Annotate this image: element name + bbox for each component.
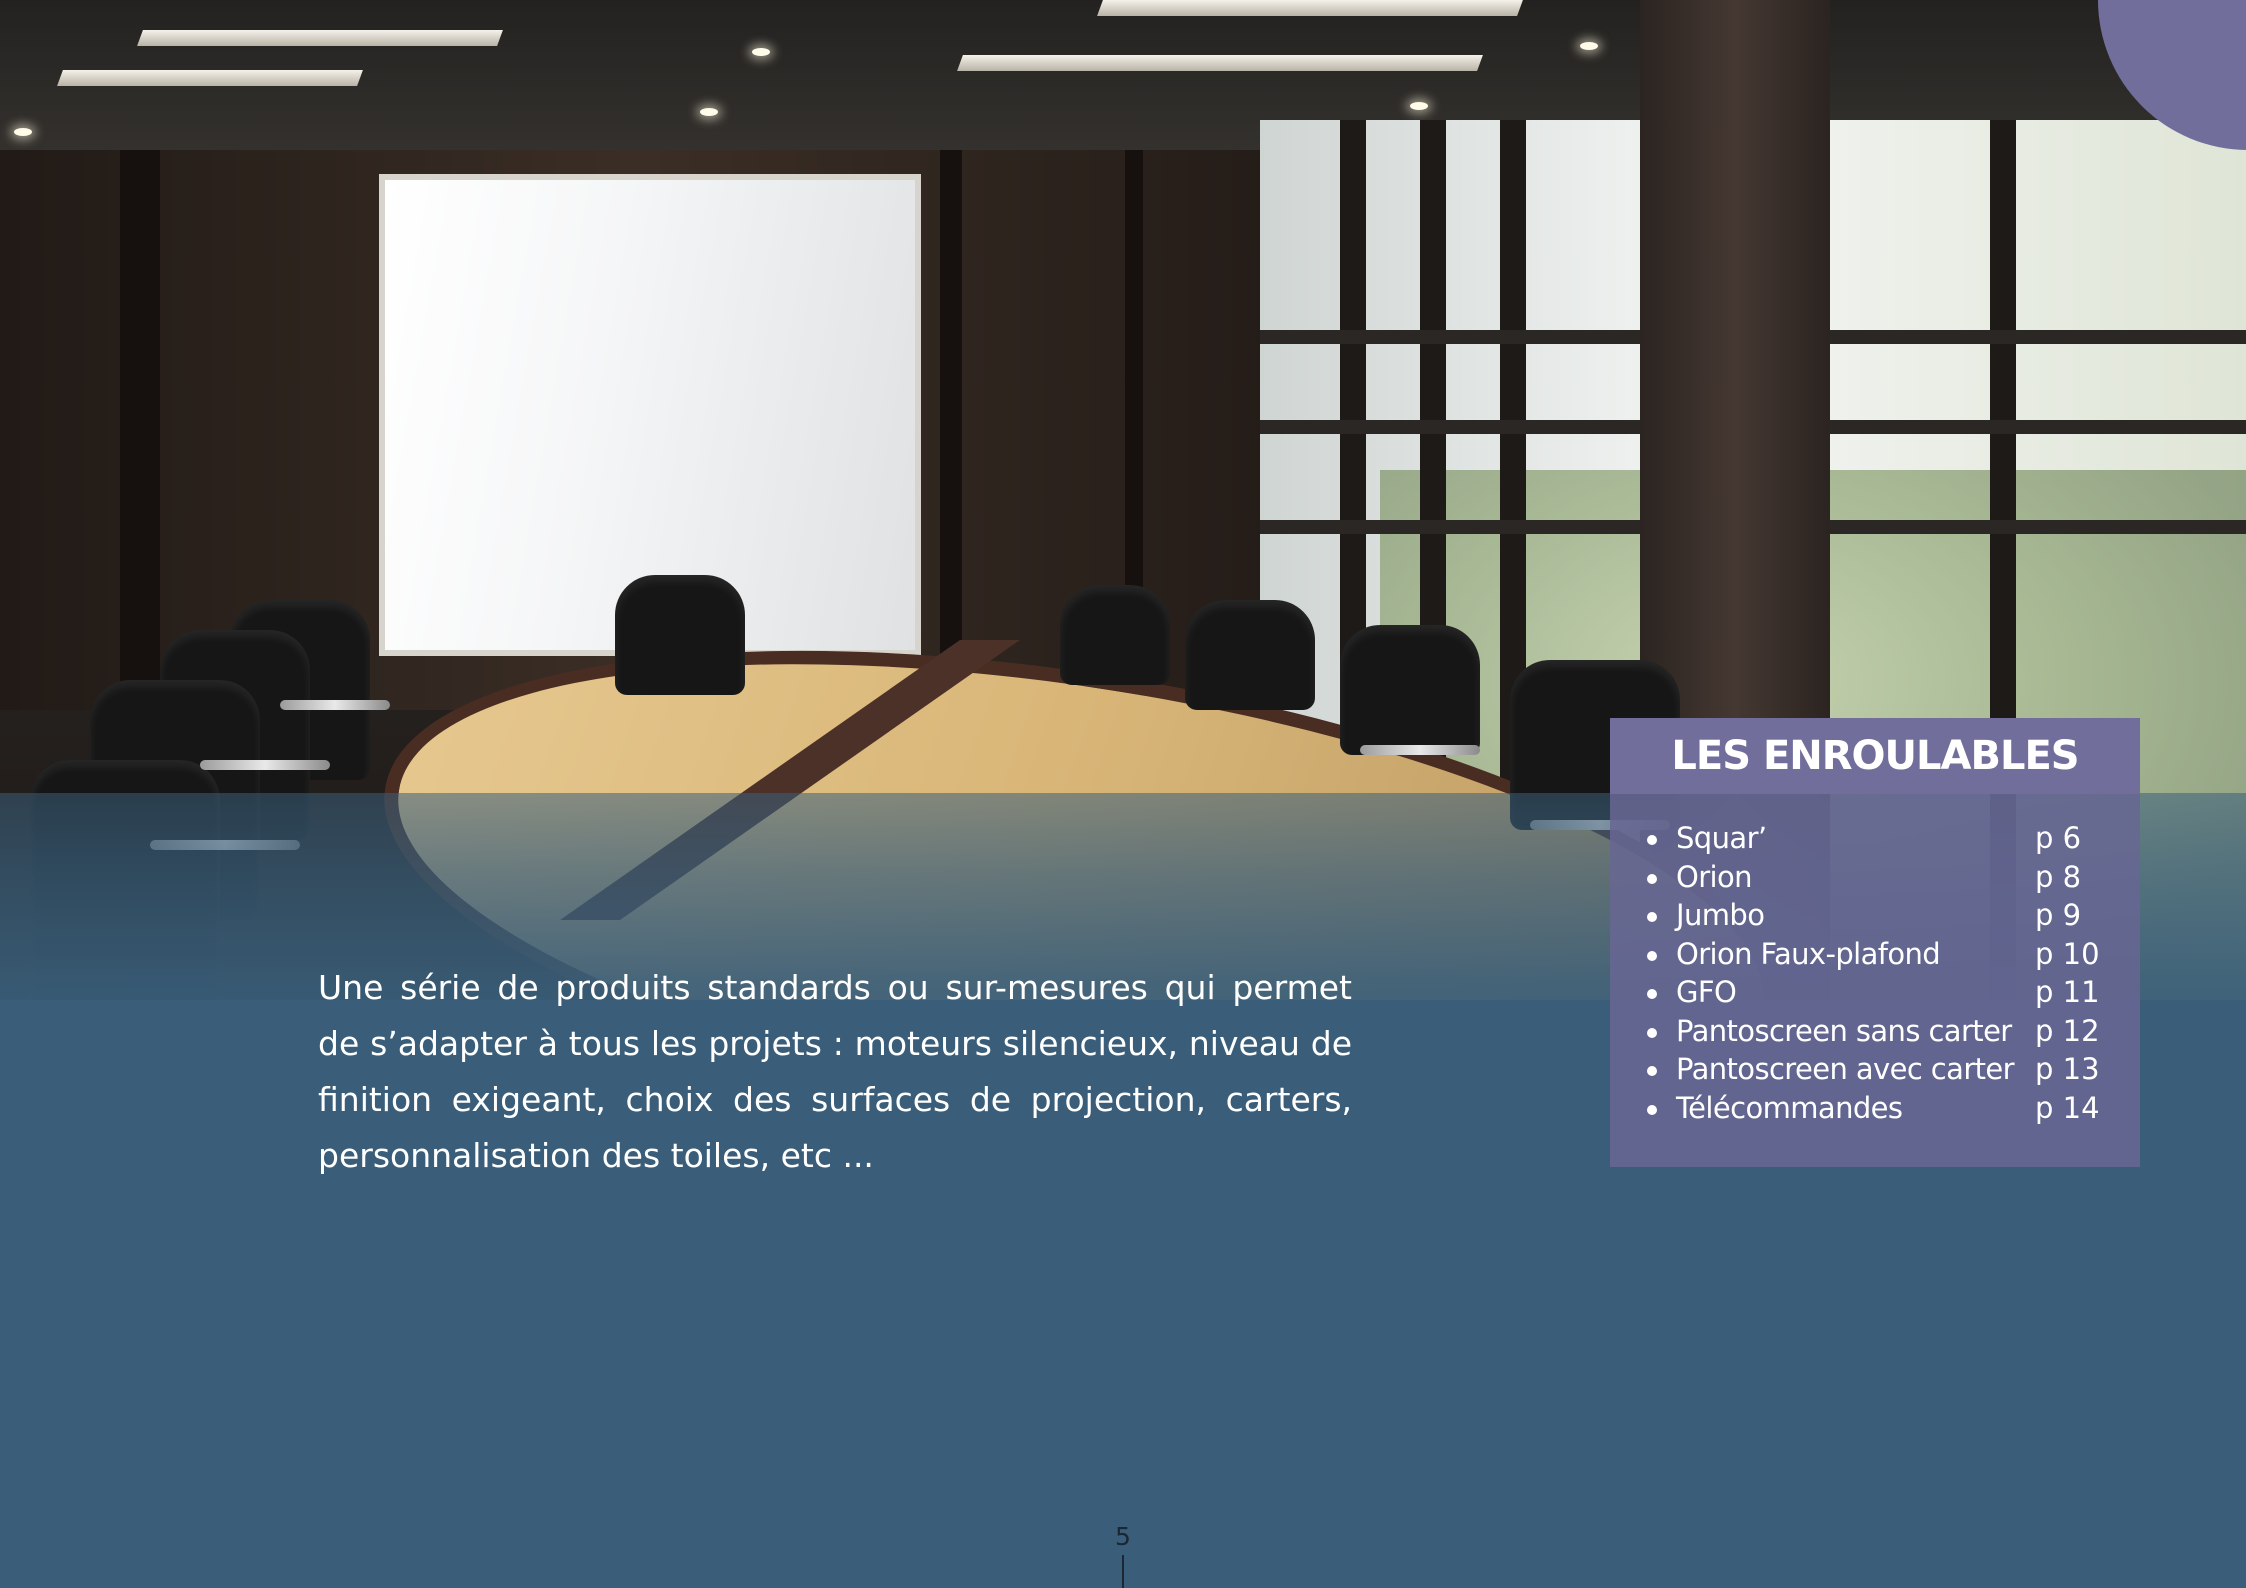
toc-item-pantoscreen-sans-carter[interactable]: Pantoscreen sans carter p 12 (1610, 1012, 2140, 1051)
toc-item-page: p 11 (2035, 975, 2100, 1009)
chair (1340, 625, 1480, 755)
wall-panel (940, 150, 962, 710)
bullet-icon (1647, 912, 1657, 922)
ceiling-light-beam (1097, 0, 1523, 16)
toc-item-page: p 10 (2035, 936, 2100, 971)
downlight (1580, 42, 1598, 50)
chair (615, 575, 745, 695)
toc-item-name: Jumbo (1676, 898, 1765, 932)
toc-item-name: Pantoscreen avec carter (1676, 1052, 2015, 1086)
toc-item-squar[interactable]: Squar’ p 6 (1610, 819, 2140, 858)
toc-item-name: Pantoscreen sans carter (1676, 1013, 2012, 1048)
toc-item-page: p 9 (2035, 898, 2082, 932)
downlight (752, 48, 770, 56)
toc-item-jumbo[interactable]: Jumbo p 9 (1610, 896, 2140, 935)
ceiling-light-beam (957, 55, 1483, 71)
intro-paragraph: Une série de produits standards ou sur-m… (318, 968, 1352, 1175)
toc-item-orion-faux-plafond[interactable]: Orion Faux-plafond p 10 (1610, 935, 2140, 974)
toc-item-page: p 12 (2035, 1013, 2100, 1048)
bullet-icon (1647, 1104, 1657, 1115)
chair (1060, 585, 1170, 685)
toc-item-page: p 6 (2035, 821, 2082, 855)
ceiling-light-beam (137, 30, 503, 46)
ceiling-light-beam (57, 70, 363, 86)
bullet-icon (1647, 1066, 1657, 1076)
toc-item-page: p 14 (2035, 1090, 2100, 1125)
downlight (700, 108, 718, 116)
toc-item-page: p 13 (2035, 1052, 2100, 1086)
page-number: 5 (1115, 1522, 1131, 1551)
toc-item-name: GFO (1676, 975, 1737, 1009)
toc-item-telecommandes[interactable]: Télécommandes p 14 (1610, 1089, 2140, 1128)
toc-item-orion[interactable]: Orion p 8 (1610, 858, 2140, 897)
downlight (14, 128, 32, 136)
toc-item-name: Télécommandes (1676, 1090, 1903, 1125)
bullet-icon (1647, 835, 1657, 845)
downlight (1410, 102, 1428, 110)
bullet-icon (1647, 1027, 1657, 1038)
chair (1185, 600, 1315, 710)
toc-item-gfo[interactable]: GFO p 11 (1610, 973, 2140, 1012)
bullet-icon (1647, 950, 1657, 961)
toc-box: Squar’ p 6 Orion p 8 Jumbo p 9 Orion Fau… (1610, 794, 2140, 1167)
toc-item-name: Squar’ (1676, 821, 1767, 855)
toc-item-name: Orion (1676, 859, 1753, 894)
page-number-tick (1122, 1555, 1124, 1588)
toc-list: Squar’ p 6 Orion p 8 Jumbo p 9 Orion Fau… (1610, 794, 2140, 1127)
toc-item-name: Orion Faux-plafond (1676, 936, 1941, 971)
brochure-page: Une série de produits standards ou sur-m… (0, 0, 2246, 1588)
bullet-icon (1647, 989, 1657, 999)
wall-panel (120, 150, 160, 710)
chair-armrest (280, 700, 390, 710)
toc-title: LES ENROULABLES (1610, 718, 2140, 794)
chair-armrest (1360, 745, 1480, 755)
toc-item-page: p 8 (2035, 859, 2082, 894)
toc-item-pantoscreen-avec-carter[interactable]: Pantoscreen avec carter p 13 (1610, 1050, 2140, 1089)
chair-armrest (200, 760, 330, 770)
bullet-icon (1647, 873, 1657, 884)
